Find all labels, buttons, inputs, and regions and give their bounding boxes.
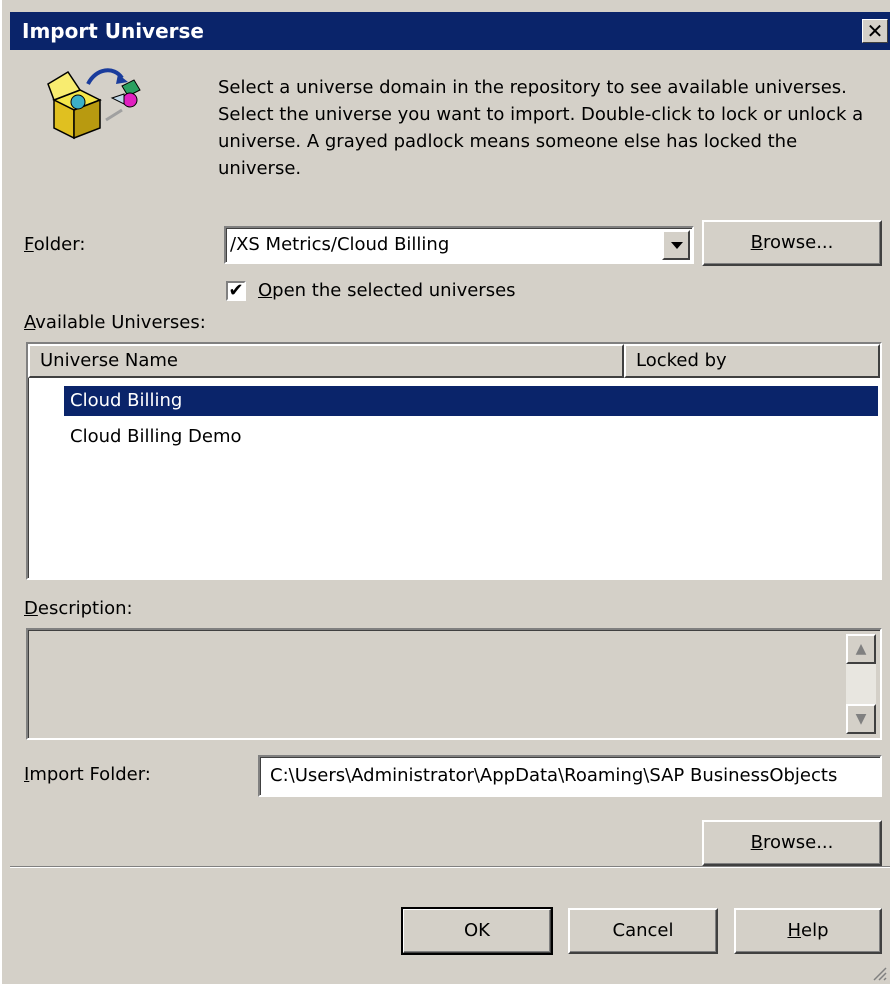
import-folder-label: Import Folder: — [24, 764, 151, 785]
folder-browse-button[interactable]: Browse... — [702, 220, 882, 266]
import-folder-value: C:\Users\Administrator\AppData\Roaming\S… — [270, 765, 838, 786]
description-field[interactable]: ▲ ▼ — [26, 628, 882, 740]
instructions-text: Select a universe domain in the reposito… — [218, 77, 864, 179]
checkmark-icon: ✔ — [228, 280, 244, 301]
import-browse-button[interactable]: Browse... — [702, 820, 882, 866]
dialog-title: Import Universe — [22, 19, 204, 43]
column-header-universe-name[interactable]: Universe Name — [28, 344, 624, 378]
list-item[interactable]: Cloud Billing Demo — [64, 422, 242, 452]
scroll-down-icon[interactable]: ▼ — [846, 704, 876, 734]
ok-button[interactable]: OK — [401, 907, 553, 955]
description-label: Description: — [24, 598, 133, 619]
import-folder-input[interactable]: C:\Users\Administrator\AppData\Roaming\S… — [258, 755, 882, 797]
description-scrollbar[interactable]: ▲ ▼ — [846, 634, 876, 734]
list-item-selected[interactable]: Cloud Billing — [64, 386, 878, 416]
available-universes-label: Available Universes: — [24, 312, 206, 333]
separator — [10, 866, 890, 868]
column-header-locked-by[interactable]: Locked by — [624, 344, 880, 378]
scroll-up-icon[interactable]: ▲ — [846, 634, 876, 664]
folder-dropdown[interactable]: /XS Metrics/Cloud Billing — [224, 226, 694, 264]
folder-value: /XS Metrics/Cloud Billing — [230, 234, 450, 255]
universes-list[interactable]: Universe Name Locked by Cloud Billing Cl… — [26, 342, 882, 580]
close-button[interactable]: ✕ — [862, 19, 888, 43]
title-bar[interactable]: Import Universe ✕ — [10, 12, 890, 50]
help-button[interactable]: Help — [734, 908, 882, 954]
dialog-frame — [0, 0, 10, 984]
resize-grip-icon[interactable] — [870, 964, 888, 982]
import-universe-dialog: Import Universe ✕ Select a universe doma… — [0, 0, 890, 984]
chevron-down-icon[interactable] — [662, 230, 690, 260]
universe-import-icon — [47, 68, 141, 140]
folder-label: Folder: — [24, 234, 86, 255]
open-selected-checkbox[interactable]: ✔ — [226, 281, 246, 301]
cancel-button[interactable]: Cancel — [568, 908, 718, 954]
open-selected-label[interactable]: Open the selected universes — [258, 280, 516, 301]
close-icon: ✕ — [866, 19, 884, 43]
